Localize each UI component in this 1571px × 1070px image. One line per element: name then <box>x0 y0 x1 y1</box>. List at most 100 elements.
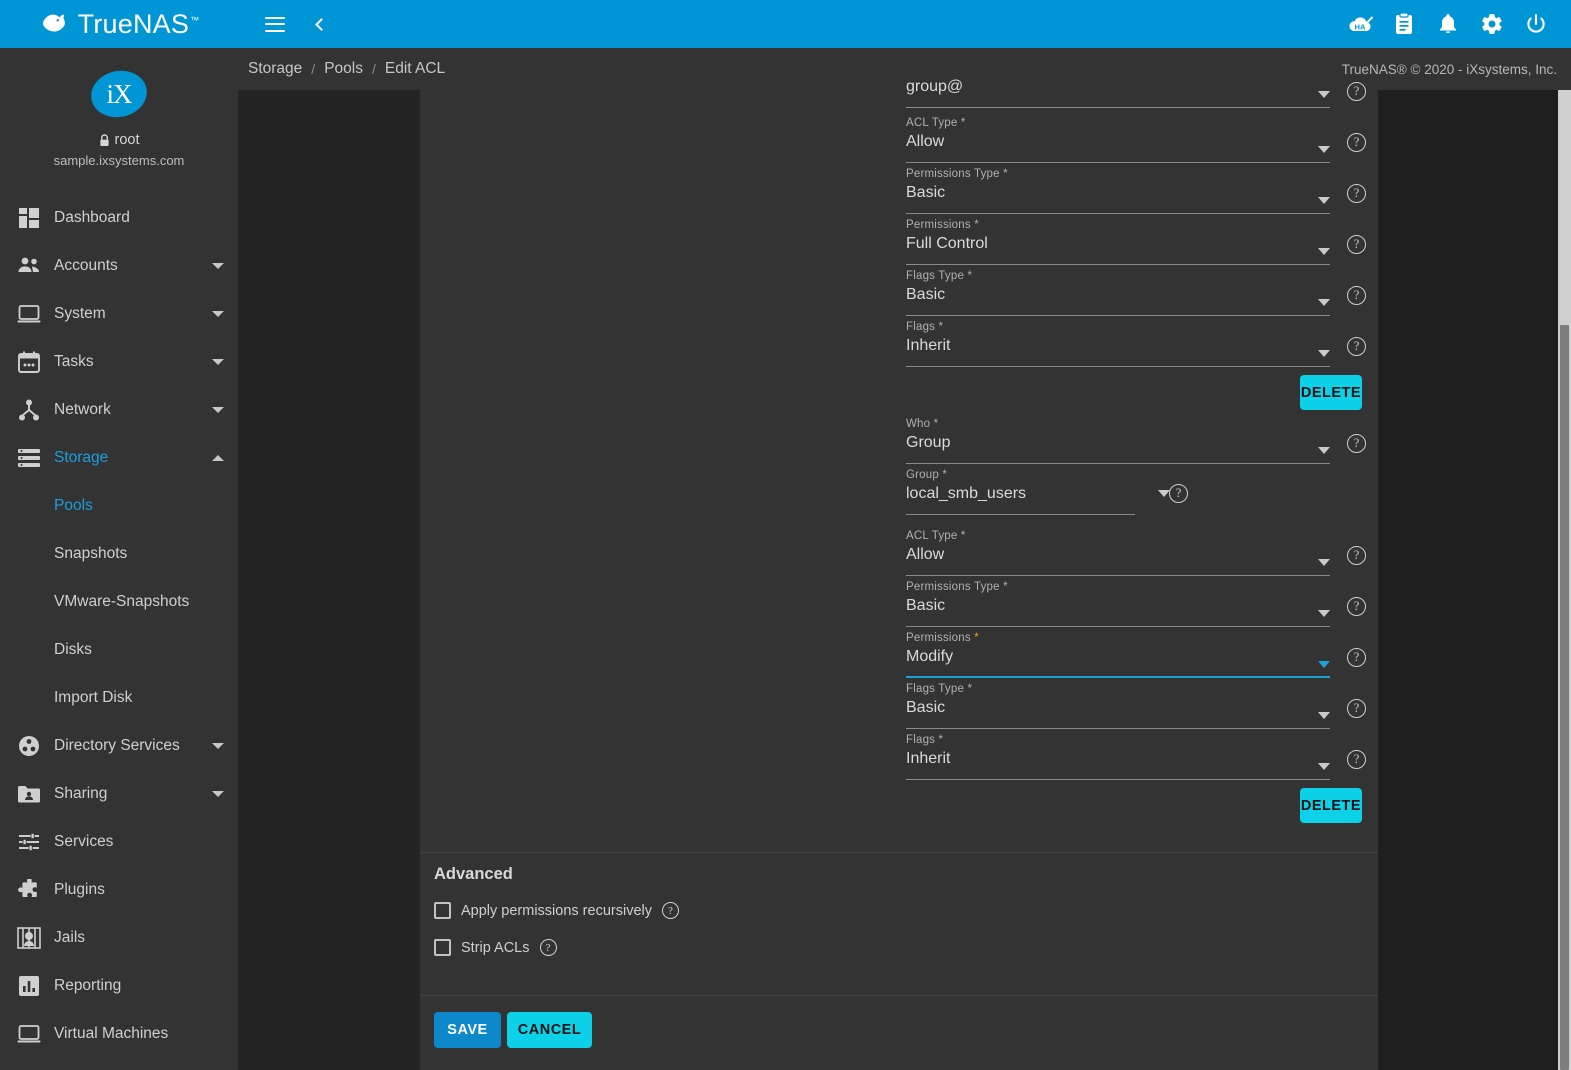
sidebar-item-system[interactable]: System <box>0 290 238 338</box>
acl1-flags-help-icon[interactable]: ? <box>1347 337 1366 356</box>
acl2-permissions-type-value: Basic <box>906 597 946 614</box>
strip-acls-help-icon[interactable]: ? <box>539 939 557 956</box>
cancel-button[interactable]: CANCEL <box>507 1012 592 1048</box>
acl2-flags-field[interactable]: Flags * Inherit <box>906 734 1330 780</box>
acl1-delete-button[interactable]: DELETE <box>1300 375 1362 410</box>
sidebar-item-tasks[interactable]: Tasks <box>0 338 238 386</box>
acl1-permissions-value: Full Control <box>906 235 988 252</box>
reporting-icon <box>10 975 48 997</box>
acl2-group-value[interactable]: local_smb_users <box>906 485 1026 503</box>
chevron-down-icon[interactable] <box>1318 91 1330 98</box>
field-label: Permissions * <box>906 632 979 644</box>
sidebar-item-network[interactable]: Network <box>0 386 238 434</box>
acl2-permissions-value: Modify <box>906 648 954 665</box>
acl1-permissions-type-help-icon[interactable]: ? <box>1347 184 1366 203</box>
acl1-permissions-type-field[interactable]: Permissions Type * Basic <box>906 168 1330 214</box>
strip-acls-checkbox[interactable] <box>434 939 451 956</box>
chevron-down-icon <box>212 743 224 749</box>
chevron-left-icon <box>314 17 328 31</box>
breadcrumb-item-pools[interactable]: Pools <box>324 60 363 78</box>
menu-toggle-button[interactable] <box>260 9 290 39</box>
settings-button[interactable] <box>1479 11 1505 37</box>
acl2-permissions-field[interactable]: Permissions * Modify <box>906 632 1330 678</box>
acl2-permissions-type-help-icon[interactable]: ? <box>1347 597 1366 616</box>
top-app-bar: TrueNAS™ HA <box>0 0 1571 48</box>
sidebar-item-reporting[interactable]: Reporting <box>0 962 238 1010</box>
sidebar-item-disks[interactable]: Disks <box>0 626 238 674</box>
chevron-down-icon[interactable] <box>1318 661 1330 668</box>
sidebar-item-directory-services[interactable]: Directory Services <box>0 722 238 770</box>
sidebar-item-accounts[interactable]: Accounts <box>0 242 238 290</box>
sidebar-item-import-disk[interactable]: Import Disk <box>0 674 238 722</box>
strip-acls-row[interactable]: Strip ACLs ? <box>434 939 557 956</box>
acl2-flags-type-help-icon[interactable]: ? <box>1347 699 1366 718</box>
apply-recursively-checkbox[interactable] <box>434 902 451 919</box>
chevron-down-icon[interactable] <box>1318 299 1330 306</box>
sidebar-item-plugins[interactable]: Plugins <box>0 866 238 914</box>
chevron-down-icon[interactable] <box>1318 197 1330 204</box>
sidebar-item-pools[interactable]: Pools <box>0 482 238 530</box>
page-scrollbar[interactable] <box>1558 90 1571 1070</box>
acl2-flags-help-icon[interactable]: ? <box>1347 750 1366 769</box>
sidebar-item-snapshots[interactable]: Snapshots <box>0 530 238 578</box>
breadcrumb-separator: / <box>311 61 316 77</box>
apply-recursively-help-icon[interactable]: ? <box>661 902 679 919</box>
field-label: Who * <box>906 418 939 430</box>
power-button[interactable] <box>1523 11 1549 37</box>
acl2-permissions-type-field[interactable]: Permissions Type * Basic <box>906 581 1330 627</box>
chevron-down-icon[interactable] <box>1318 350 1330 357</box>
acl2-group-help-icon[interactable]: ? <box>1169 484 1188 503</box>
acl2-acl-type-field[interactable]: ACL Type * Allow <box>906 530 1330 576</box>
sidebar-collapse-button[interactable] <box>304 9 334 39</box>
scrollbar-thumb[interactable] <box>1560 325 1569 1070</box>
tasks-clipboard-button[interactable] <box>1391 11 1417 37</box>
acl2-flags-type-field[interactable]: Flags Type * Basic <box>906 683 1330 729</box>
chevron-down-icon[interactable] <box>1318 610 1330 617</box>
breadcrumb-item-storage[interactable]: Storage <box>248 60 302 78</box>
sidebar-item-dashboard[interactable]: Dashboard <box>0 194 238 242</box>
acl1-acl-type-field[interactable]: ACL Type * Allow <box>906 117 1330 163</box>
alerts-button[interactable] <box>1435 11 1461 37</box>
acl1-flags-field[interactable]: Flags * Inherit <box>906 321 1330 367</box>
acl2-group-field[interactable]: Group * local_smb_users <box>906 469 1135 515</box>
chevron-down-icon[interactable] <box>1318 447 1330 454</box>
acl1-acl-type-help-icon[interactable]: ? <box>1347 133 1366 152</box>
acl2-who-help-icon[interactable]: ? <box>1347 434 1366 453</box>
sidebar-item-vmware-snapshots[interactable]: VMware-Snapshots <box>0 578 238 626</box>
acl2-acl-type-help-icon[interactable]: ? <box>1347 546 1366 565</box>
sidebar-item-label: VMware-Snapshots <box>54 593 190 610</box>
apply-recursively-row[interactable]: Apply permissions recursively ? <box>434 902 679 919</box>
sidebar-item-sharing[interactable]: Sharing <box>0 770 238 818</box>
acl1-permissions-help-icon[interactable]: ? <box>1347 235 1366 254</box>
acl2-delete-button[interactable]: DELETE <box>1300 788 1362 823</box>
sidebar-item-jails[interactable]: Jails <box>0 914 238 962</box>
acl2-who-field[interactable]: Who * Group <box>906 418 1330 464</box>
chevron-down-icon[interactable] <box>1318 763 1330 770</box>
acl1-flags-type-field[interactable]: Flags Type * Basic <box>906 270 1330 316</box>
power-icon <box>1527 13 1545 33</box>
acl1-who-field[interactable]: group@ <box>906 62 1330 108</box>
chevron-down-icon[interactable] <box>1318 712 1330 719</box>
chevron-down-icon[interactable] <box>1318 559 1330 566</box>
chevron-down-icon[interactable] <box>1318 146 1330 153</box>
sidebar-item-storage[interactable]: Storage <box>0 434 238 482</box>
save-button[interactable]: SAVE <box>434 1012 501 1048</box>
acl1-flags-type-help-icon[interactable]: ? <box>1347 286 1366 305</box>
chevron-down-icon[interactable] <box>1318 248 1330 255</box>
sidebar-item-label: Plugins <box>54 881 105 898</box>
chevron-down-icon <box>212 311 224 317</box>
sidebar-item-services[interactable]: Services <box>0 818 238 866</box>
chevron-down-icon <box>212 359 224 365</box>
field-label: Flags * <box>906 734 944 746</box>
field-underline <box>906 626 1330 627</box>
services-icon <box>10 832 48 852</box>
sidebar-item-virtual-machines[interactable]: Virtual Machines <box>0 1010 238 1058</box>
acl2-permissions-help-icon[interactable]: ? <box>1347 648 1366 667</box>
acl2-who-value: Group <box>906 434 951 451</box>
ha-status-button[interactable]: HA <box>1347 11 1373 37</box>
acl1-who-help-icon[interactable]: ? <box>1347 82 1366 101</box>
acl1-permissions-field[interactable]: Permissions * Full Control <box>906 219 1330 265</box>
acl1-flags-value: Inherit <box>906 337 951 354</box>
field-underline <box>906 779 1330 780</box>
edit-acl-form: group@ ? ACL Type * Allow ? Permissions … <box>420 78 1378 1070</box>
